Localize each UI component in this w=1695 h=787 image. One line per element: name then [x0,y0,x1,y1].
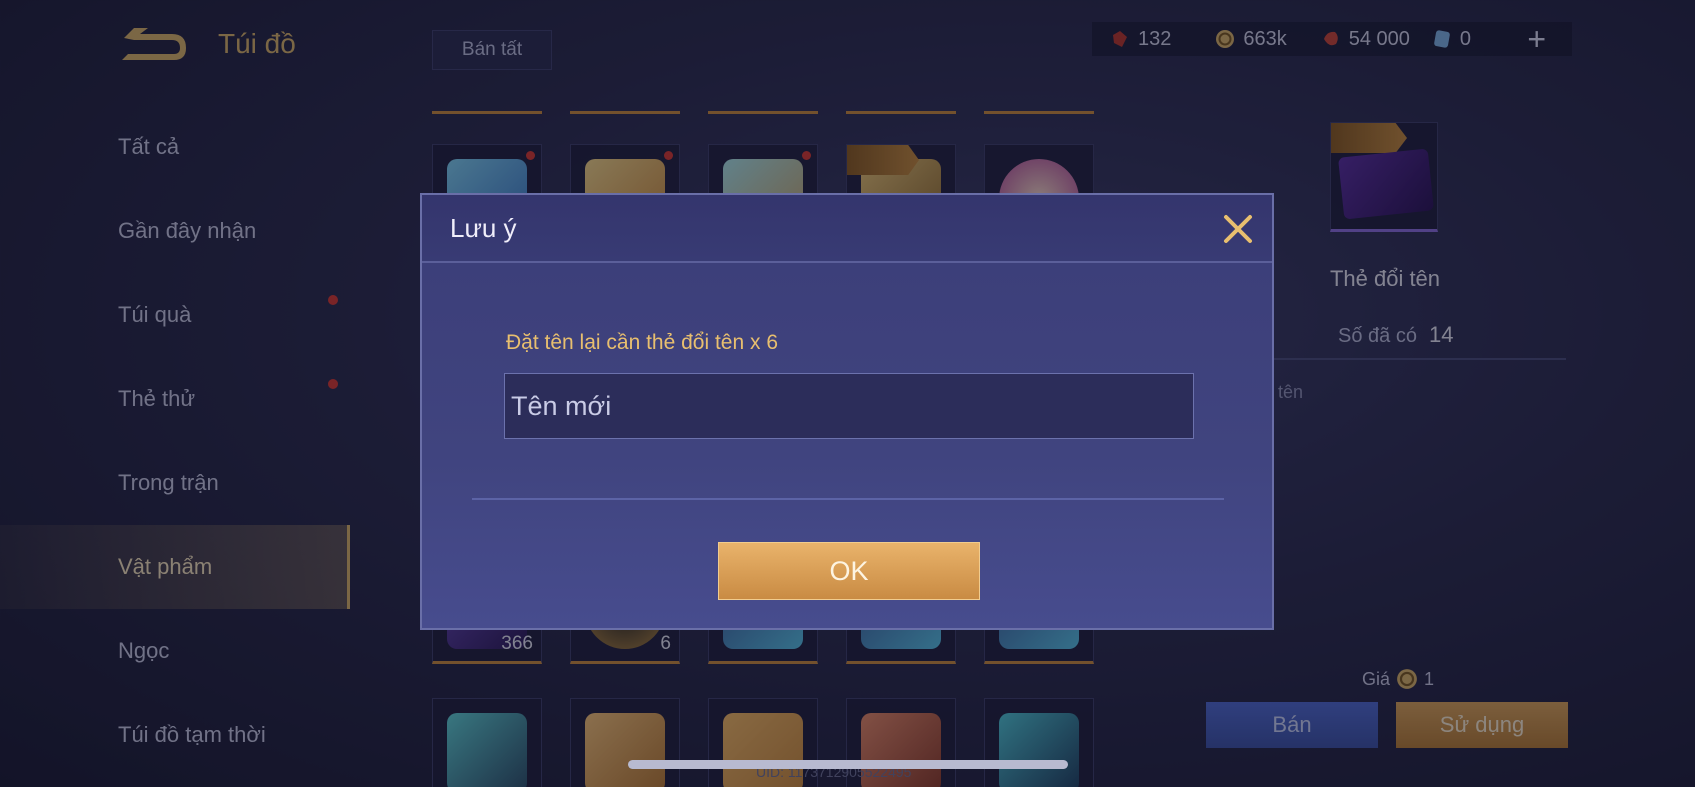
rename-dialog: Lưu ý Đặt tên lại cần thẻ đổi tên x 6 OK [420,193,1274,630]
dialog-title: Lưu ý [450,212,517,243]
dialog-header: Lưu ý [422,195,1272,263]
new-name-input[interactable] [504,373,1194,439]
dialog-message: Đặt tên lại cần thẻ đổi tên x 6 [506,331,779,354]
home-indicator[interactable] [628,760,1068,769]
ok-button[interactable]: OK [718,542,980,600]
dialog-divider [472,498,1224,500]
close-icon[interactable] [1218,209,1258,249]
